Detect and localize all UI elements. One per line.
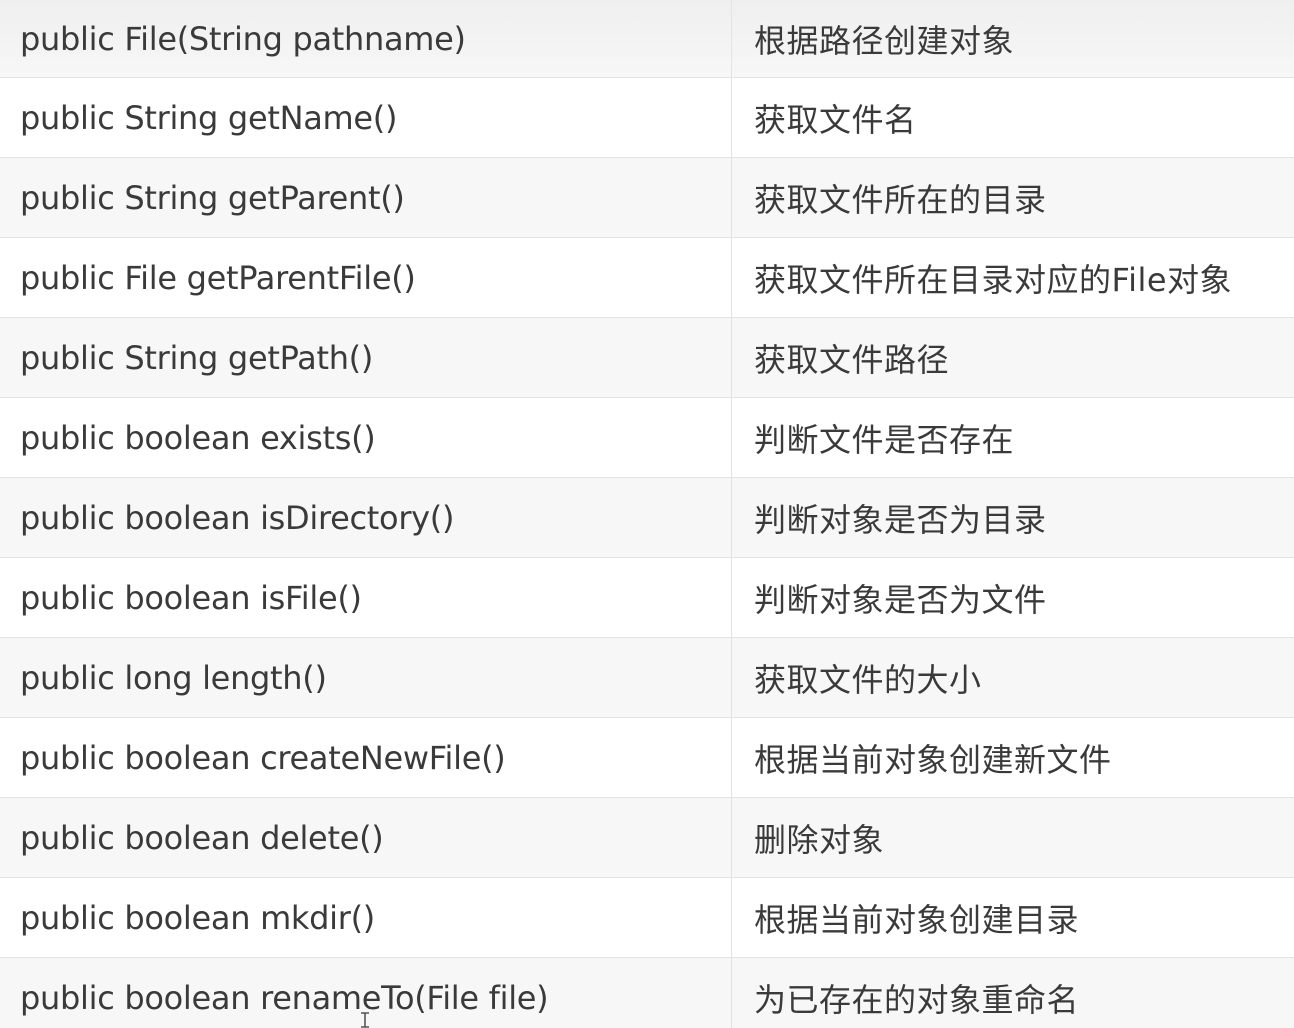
description-cell: 为已存在的对象重命名 [754, 980, 1080, 1019]
description-cell: 根据当前对象创建新文件 [754, 740, 1112, 779]
method-cell: public boolean createNewFile() [0, 718, 732, 797]
method-cell: public boolean isFile() [0, 558, 732, 637]
description-cell: 判断对象是否为目录 [754, 500, 1047, 539]
table-row: public boolean createNewFile() 根据当前对象创建新… [0, 718, 1294, 798]
method-cell: public long length() [0, 638, 732, 717]
method-cell: public boolean delete() [0, 798, 732, 877]
description-cell: 根据当前对象创建目录 [754, 900, 1080, 939]
table-row: public boolean renameTo(File file) 为已存在的… [0, 958, 1294, 1028]
method-cell: public boolean mkdir() [0, 878, 732, 957]
description-cell: 判断文件是否存在 [754, 420, 1015, 459]
table-row: public boolean isFile() 判断对象是否为文件 [0, 558, 1294, 638]
table-row: public boolean isDirectory() 判断对象是否为目录 [0, 478, 1294, 558]
table-row: public String getParent() 获取文件所在的目录 [0, 158, 1294, 238]
method-cell: public boolean exists() [0, 398, 732, 477]
method-cell: public boolean isDirectory() [0, 478, 732, 557]
method-cell: public File getParentFile() [0, 238, 732, 317]
description-cell: 获取文件的大小 [754, 660, 982, 699]
method-cell: public String getName() [0, 78, 732, 157]
table-row: public long length() 获取文件的大小 [0, 638, 1294, 718]
description-cell: 根据路径创建对象 [754, 21, 1015, 60]
method-cell: public String getParent() [0, 158, 732, 237]
table-row: public boolean exists() 判断文件是否存在 [0, 398, 1294, 478]
description-cell: 获取文件名 [754, 100, 917, 139]
method-cell: public boolean renameTo(File file) [0, 958, 732, 1028]
description-cell: 获取文件所在目录对应的File对象 [754, 260, 1233, 299]
description-cell: 获取文件路径 [754, 340, 950, 379]
table-row: public File(String pathname) 根据路径创建对象 [0, 0, 1294, 78]
method-cell: public String getPath() [0, 318, 732, 397]
description-cell: 判断对象是否为文件 [754, 580, 1047, 619]
table-row: public boolean mkdir() 根据当前对象创建目录 [0, 878, 1294, 958]
table-row: public File getParentFile() 获取文件所在目录对应的F… [0, 238, 1294, 318]
table-row: public boolean delete() 删除对象 [0, 798, 1294, 878]
table-row: public String getPath() 获取文件路径 [0, 318, 1294, 398]
table-row: public String getName() 获取文件名 [0, 78, 1294, 158]
description-cell: 删除对象 [754, 820, 885, 859]
description-cell: 获取文件所在的目录 [754, 180, 1047, 219]
file-methods-table: public File(String pathname) 根据路径创建对象 pu… [0, 0, 1294, 1028]
method-cell: public File(String pathname) [0, 0, 732, 77]
